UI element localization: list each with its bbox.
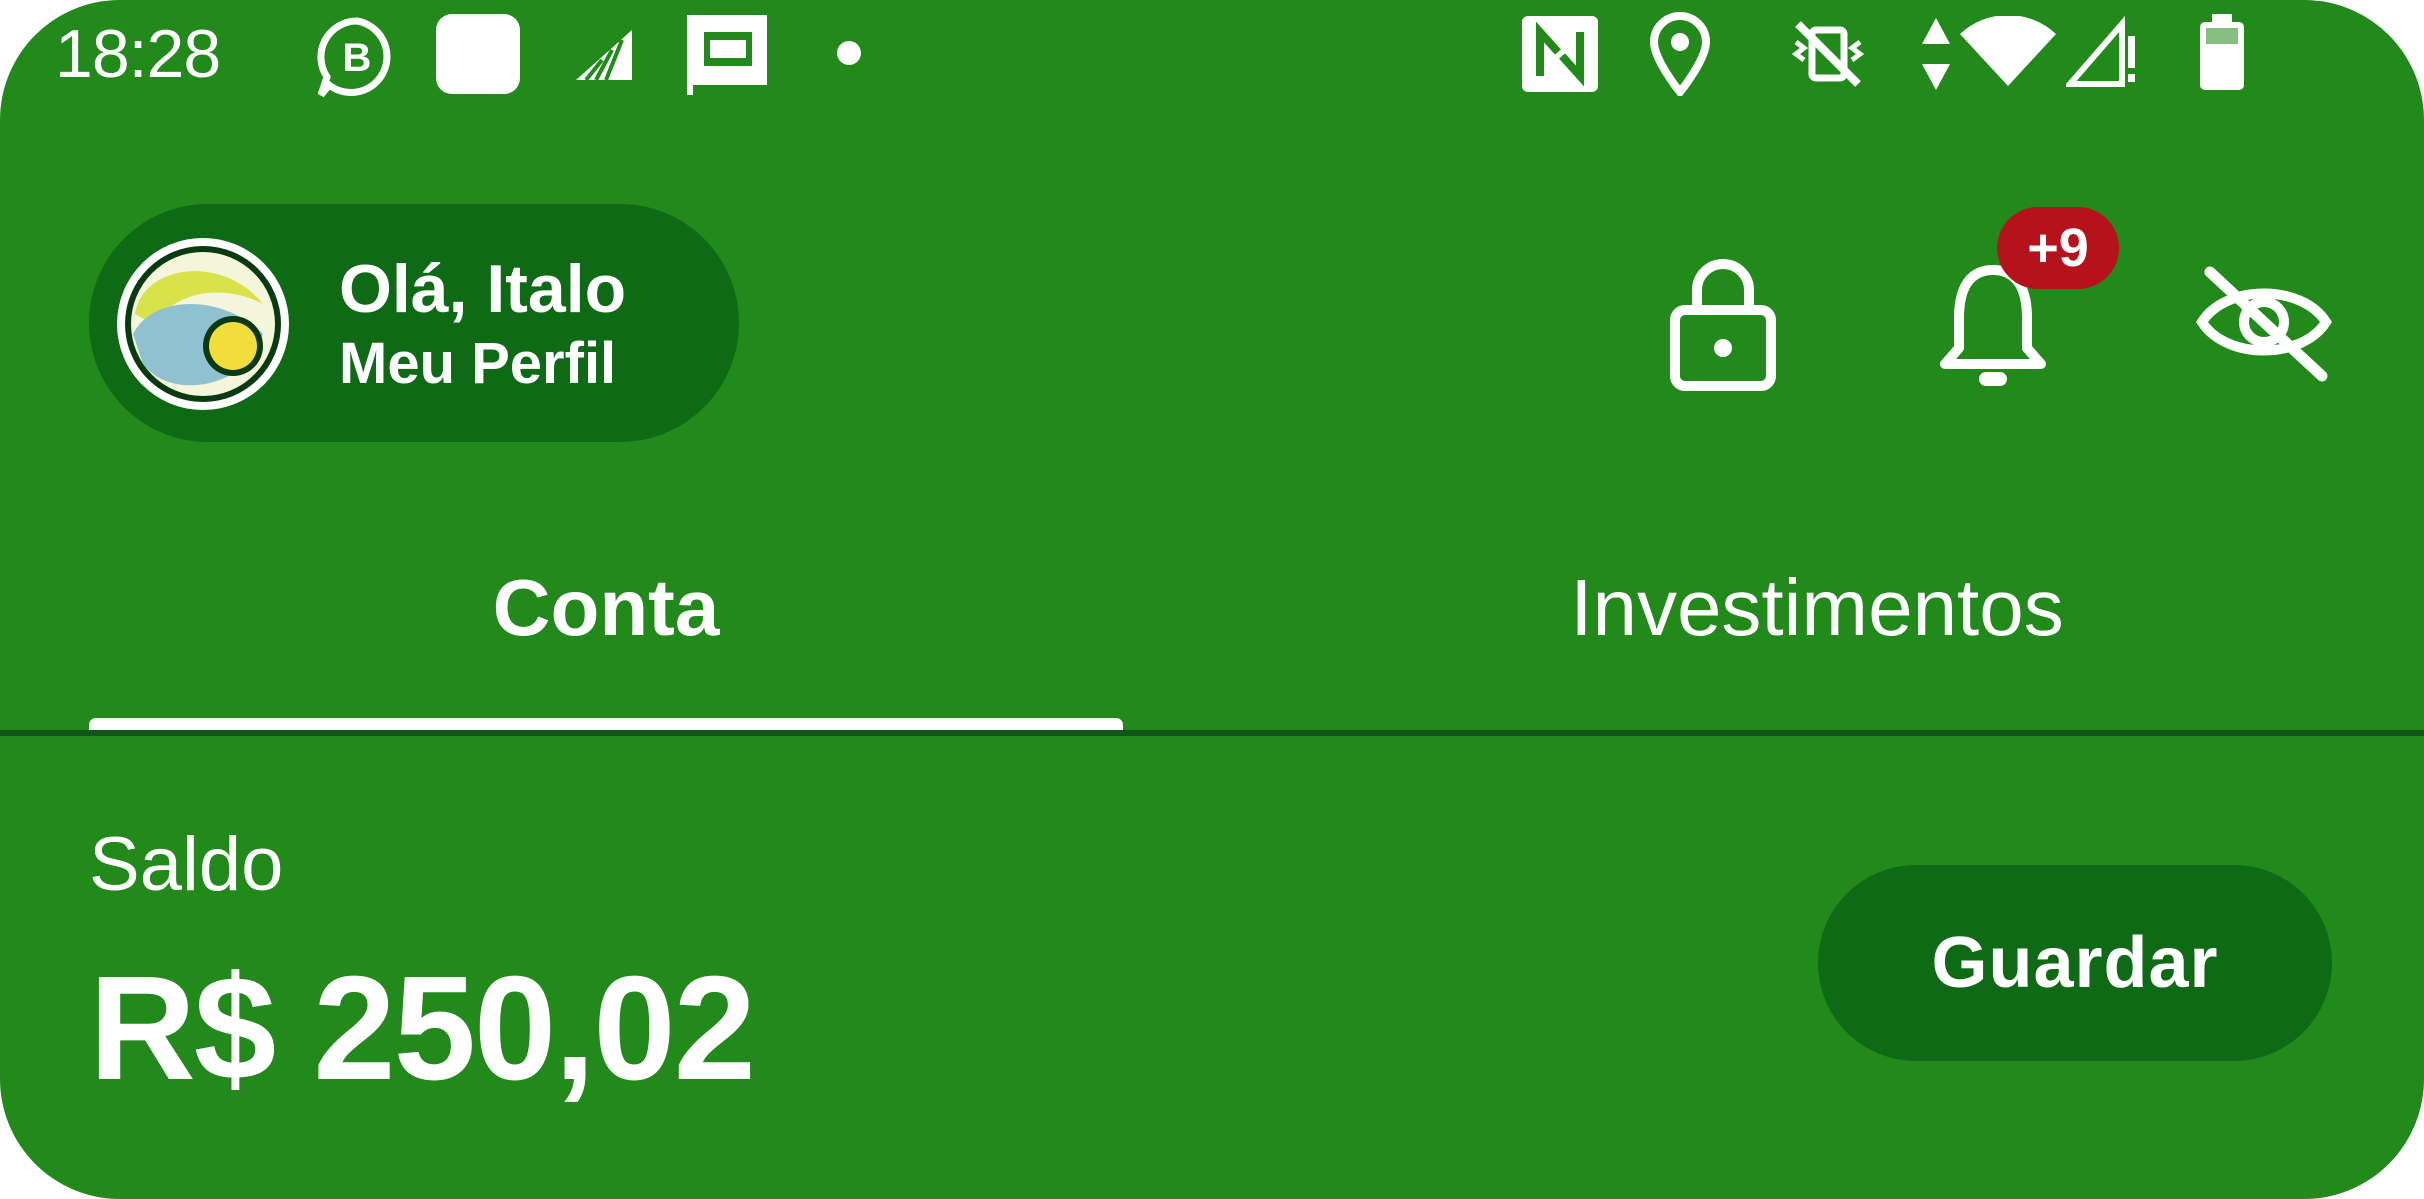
guardar-button[interactable]: Guardar xyxy=(1818,865,2332,1061)
tab-conta[interactable]: Conta xyxy=(89,560,1123,656)
profile-link[interactable]: Meu Perfil xyxy=(339,329,616,399)
notification-badge: +9 xyxy=(1997,207,2119,289)
notification-dot-icon xyxy=(836,40,862,66)
profile-button[interactable]: Olá, Italo Meu Perfil xyxy=(89,204,739,442)
wifi-icon xyxy=(1958,16,2058,88)
greeting-text: Olá, Italo xyxy=(339,251,627,327)
battery-icon xyxy=(2196,12,2248,92)
tab-investimentos[interactable]: Investimentos xyxy=(1300,560,2334,656)
lock-icon[interactable] xyxy=(1667,252,1779,392)
vibrate-off-icon xyxy=(1790,16,1866,92)
nfc-icon xyxy=(1518,12,1602,96)
cell-signal-icon xyxy=(2066,16,2138,88)
tab-divider xyxy=(0,730,2424,736)
app-notification-icon xyxy=(434,12,522,96)
data-arrows-icon xyxy=(1918,14,1954,94)
news-app-icon xyxy=(684,12,770,96)
balance-value: R$ 250,02 xyxy=(89,946,756,1111)
whatsapp-business-icon: B xyxy=(315,15,399,99)
avatar xyxy=(113,234,293,414)
signal-app-icon xyxy=(572,24,636,84)
svg-text:B: B xyxy=(343,36,372,80)
status-time: 18:28 xyxy=(55,16,221,92)
eye-off-icon[interactable] xyxy=(2196,264,2332,384)
status-bar: 18:28 B xyxy=(0,0,2424,110)
app-screen: 18:28 B Olá, Italo Meu Perfil +9 Conta I… xyxy=(0,0,2424,1199)
balance-label: Saldo xyxy=(89,822,284,907)
location-icon xyxy=(1648,12,1712,96)
